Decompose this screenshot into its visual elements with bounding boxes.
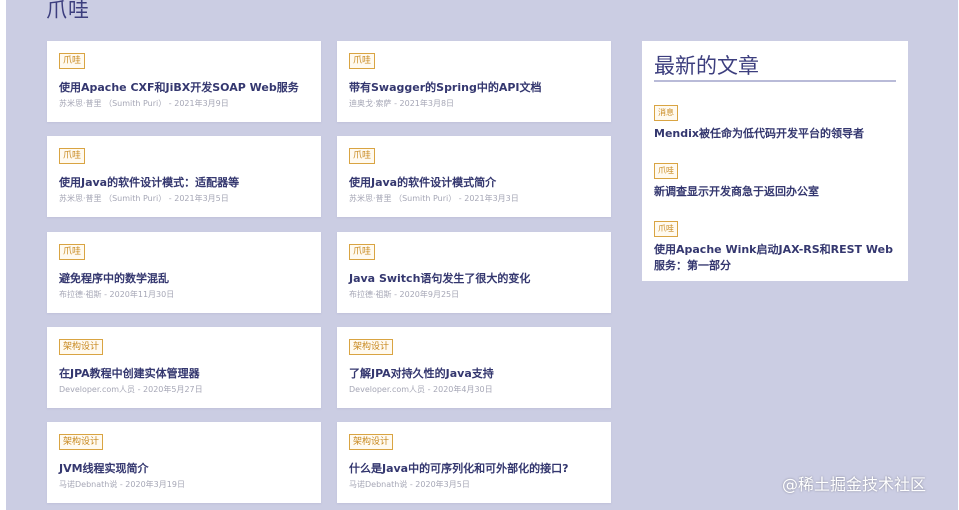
article-meta: Developer.com人员 - 2020年4月30日 [349,385,493,394]
category-tag[interactable]: 爪哇 [349,148,376,164]
article-card[interactable]: 爪哇 带有Swagger的Spring中的API文档 迪奥戈·索萨 - 2021… [337,41,611,122]
watermark: @稀土掘金技术社区 [782,475,927,494]
article-meta: 布拉德·祖斯 - 2020年9月25日 [349,290,460,299]
category-tag[interactable]: 爪哇 [59,53,86,69]
article-meta: 马诺Debnath说 - 2020年3月5日 [349,480,470,489]
article-card[interactable]: 架构设计 JVM线程实现简介 马诺Debnath说 - 2020年3月19日 [47,422,321,503]
sidebar-article-title[interactable]: Mendix被任命为低代码开发平台的领导者 [654,126,900,142]
article-title[interactable]: 什么是Java中的可序列化和可外部化的接口? [349,460,569,476]
article-title[interactable]: 了解JPA对持久性的Java支持 [349,365,494,381]
article-card[interactable]: 架构设计 了解JPA对持久性的Java支持 Developer.com人员 - … [337,327,611,408]
category-tag[interactable]: 架构设计 [349,339,394,355]
sidebar-article[interactable]: 爪哇 使用Apache Wink启动JAX-RS和REST Web服务：第一部分 [654,216,900,274]
article-meta: 布拉德·祖斯 - 2020年11月30日 [59,290,175,299]
article-card[interactable]: 爪哇 Java Switch语句发生了很大的变化 布拉德·祖斯 - 2020年9… [337,232,611,313]
article-meta: 苏米思·普里 （Sumith Puri） - 2021年3月3日 [349,194,519,203]
article-title[interactable]: 使用Java的软件设计模式：适配器等 [59,174,239,190]
sidebar-article-title[interactable]: 使用Apache Wink启动JAX-RS和REST Web服务：第一部分 [654,242,900,274]
article-title[interactable]: 避免程序中的数学混乱 [59,270,169,286]
article-meta: 马诺Debnath说 - 2020年3月19日 [59,480,185,489]
sidebar-article[interactable]: 爪哇 新调查显示开发商急于返回办公室 [654,158,900,200]
sidebar-title: 最新的文章 [654,54,759,78]
article-card[interactable]: 爪哇 避免程序中的数学混乱 布拉德·祖斯 - 2020年11月30日 [47,232,321,313]
article-title[interactable]: Java Switch语句发生了很大的变化 [349,270,530,286]
article-title[interactable]: 使用Apache CXF和JiBX开发SOAP Web服务 [59,79,299,95]
category-tag[interactable]: 消息 [654,105,678,121]
article-title[interactable]: 使用Java的软件设计模式简介 [349,174,496,190]
article-card[interactable]: 架构设计 在JPA教程中创建实体管理器 Developer.com人员 - 20… [47,327,321,408]
category-tag[interactable]: 爪哇 [349,244,376,260]
sidebar-article[interactable]: 消息 Mendix被任命为低代码开发平台的领导者 [654,100,900,142]
sidebar-article-title[interactable]: 新调查显示开发商急于返回办公室 [654,184,900,200]
category-tag[interactable]: 架构设计 [59,339,104,355]
sidebar-divider [654,80,896,82]
article-card[interactable]: 架构设计 什么是Java中的可序列化和可外部化的接口? 马诺Debnath说 -… [337,422,611,503]
category-tag[interactable]: 架构设计 [349,434,394,450]
article-title[interactable]: JVM线程实现简介 [59,460,149,476]
latest-articles-panel: 最新的文章 消息 Mendix被任命为低代码开发平台的领导者 爪哇 新调查显示开… [642,41,908,281]
article-card[interactable]: 爪哇 使用Java的软件设计模式：适配器等 苏米思·普里 （Sumith Pur… [47,136,321,217]
article-card[interactable]: 爪哇 使用Java的软件设计模式简介 苏米思·普里 （Sumith Puri） … [337,136,611,217]
article-card[interactable]: 爪哇 使用Apache CXF和JiBX开发SOAP Web服务 苏米思·普里 … [47,41,321,122]
section-title: 爪哇 [46,0,90,22]
article-meta: 苏米思·普里 （Sumith Puri） - 2021年3月9日 [59,99,229,108]
article-title[interactable]: 带有Swagger的Spring中的API文档 [349,79,542,95]
category-tag[interactable]: 爪哇 [59,244,86,260]
article-meta: 苏米思·普里 （Sumith Puri） - 2021年3月5日 [59,194,229,203]
article-meta: Developer.com人员 - 2020年5月27日 [59,385,203,394]
article-title[interactable]: 在JPA教程中创建实体管理器 [59,365,200,381]
category-tag[interactable]: 爪哇 [654,221,678,237]
article-meta: 迪奥戈·索萨 - 2021年3月8日 [349,99,455,108]
category-tag[interactable]: 爪哇 [654,163,678,179]
category-tag[interactable]: 爪哇 [349,53,376,69]
category-tag[interactable]: 架构设计 [59,434,104,450]
category-tag[interactable]: 爪哇 [59,148,86,164]
